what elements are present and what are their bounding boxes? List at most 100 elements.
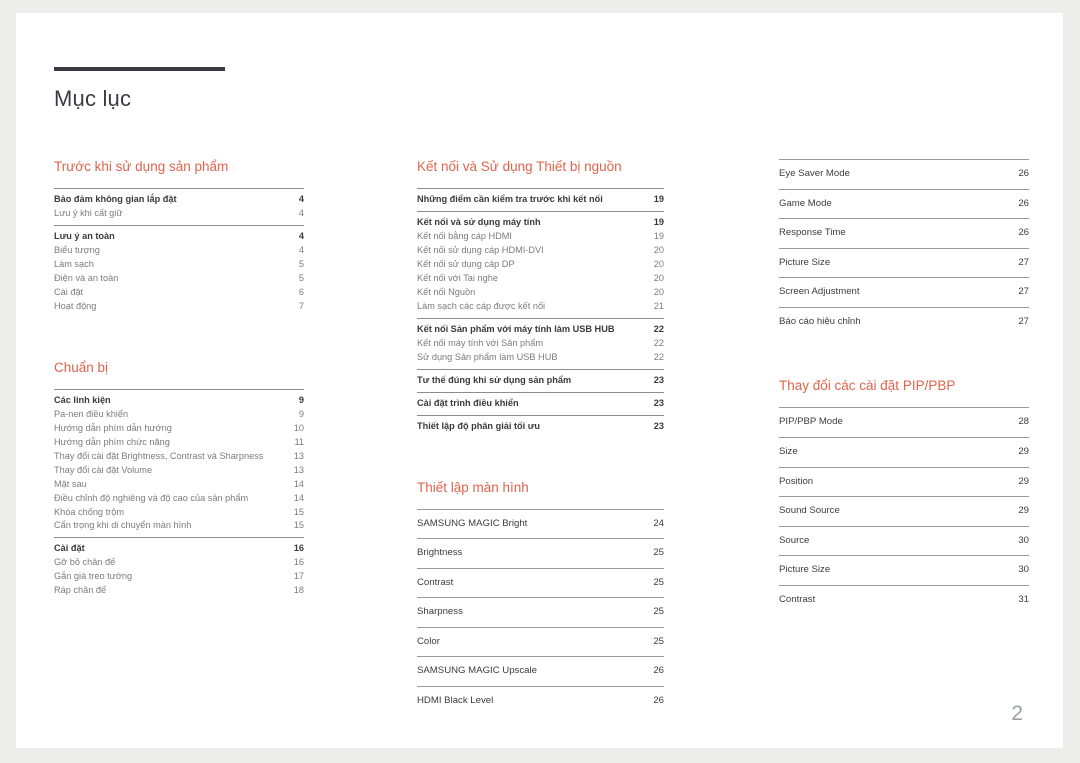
toc-entry-label: Thay đổi cài đặt Volume (54, 464, 153, 475)
toc-entry[interactable]: Tư thế đúng khi sử dụng sản phẩm 23 (417, 374, 664, 388)
title-rule (54, 67, 225, 71)
toc-entry-page: 4 (298, 244, 304, 255)
toc-entry[interactable]: Biểu tượng 4 (54, 244, 304, 258)
toc-entry-page: 27 (1018, 315, 1029, 327)
toc-entry-label: Sử dụng Sản phẩm làm USB HUB (417, 351, 558, 362)
toc-entry[interactable]: Điều chỉnh độ nghiêng và độ cao của sản … (54, 492, 304, 506)
toc-group: Bảo đảm không gian lắp đặt 4 Lưu ý khi cất… (54, 187, 304, 225)
toc-entry[interactable]: Brightness 25 (417, 546, 664, 561)
toc-entry[interactable]: Contrast 25 (417, 576, 664, 591)
toc-entry[interactable]: Screen Adjustment 27 (779, 285, 1029, 300)
toc-entry-label: Kết nối Nguồn (417, 286, 476, 297)
toc-entry[interactable]: Contrast 31 (779, 593, 1029, 608)
toc-entry[interactable]: Kết nối và sử dụng máy tính 19 (417, 216, 664, 230)
toc-entry[interactable]: Pa-nen điều khiển 9 (54, 408, 304, 422)
toc-entry[interactable]: Mặt sau 14 (54, 478, 304, 492)
toc-entry[interactable]: Lưu ý khi cất giữ 4 (54, 207, 304, 221)
toc-entry[interactable]: Sharpness 25 (417, 605, 664, 620)
toc-entry-label: Sharpness (417, 606, 463, 618)
toc-entry[interactable]: Bảo đảm không gian lắp đặt 4 (54, 193, 304, 207)
toc-entry[interactable]: Hoạt động 7 (54, 300, 304, 314)
toc-entry[interactable]: Thiết lập độ phân giải tối ưu 23 (417, 420, 664, 434)
toc-entry[interactable]: Báo cáo hiệu chỉnh 27 (779, 315, 1029, 330)
toc-entry-label: Contrast (779, 593, 816, 605)
toc-entry-label: Source (779, 534, 810, 546)
toc-group: Game Mode 26 (779, 188, 1029, 219)
toc-entry[interactable]: Kết nối sử dụng cáp DP 20 (417, 258, 664, 272)
toc-entry-page: 20 (653, 272, 664, 283)
toc-entry[interactable]: Source 30 (779, 534, 1029, 549)
toc-entry-label: Hướng dẫn phím dẫn hướng (54, 422, 172, 433)
toc-entry[interactable]: Ráp chân đế 18 (54, 584, 304, 598)
toc-group: Tư thế đúng khi sử dụng sản phẩm 23 (417, 368, 664, 392)
section-heading: Trước khi sử dụng sản phẩm (54, 159, 229, 174)
toc-entry-page: 19 (653, 230, 664, 241)
toc-entry[interactable]: Sử dụng Sản phẩm làm USB HUB 22 (417, 351, 664, 365)
toc-entry[interactable]: Cài đặt 16 (54, 542, 304, 556)
page-number: 2 (1011, 702, 1023, 725)
toc-group: Cài đặt 16 Gỡ bỏ chân đế 16 Gắn giá treo tườ… (54, 537, 304, 602)
toc-entry-label: Kết nối bằng cáp HDMI (417, 230, 512, 241)
toc-entry[interactable]: Position 29 (779, 475, 1029, 490)
toc-entry-page: 20 (653, 244, 664, 255)
toc-entry[interactable]: Kết nối bằng cáp HDMI 19 (417, 230, 664, 244)
toc-group: Source 30 (779, 525, 1029, 556)
toc-entry[interactable]: Game Mode 26 (779, 197, 1029, 212)
toc-group: Lưu ý an toàn 4 Biểu tượng 4 Làm sạch 5 Điện v… (54, 224, 304, 318)
toc-entry[interactable]: Size 29 (779, 445, 1029, 460)
toc-entry[interactable]: Picture Size 27 (779, 256, 1029, 271)
toc-entry[interactable]: Điện và an toàn 5 (54, 272, 304, 286)
toc-entry[interactable]: Những điểm cần kiểm tra trước khi kết nố… (417, 193, 664, 207)
toc-entry-page: 27 (1018, 286, 1029, 298)
toc-entry[interactable]: Gắn giá treo tường 17 (54, 570, 304, 584)
toc-entry[interactable]: Response Time 26 (779, 226, 1029, 241)
toc-entry-label: Cài đặt (54, 286, 84, 297)
toc-entry-label: Gỡ bỏ chân đế (54, 557, 116, 568)
toc-entry[interactable]: Cẩn trọng khi di chuyển màn hình 15 (54, 519, 304, 533)
page-title: Mục lục (54, 86, 132, 111)
toc-entry[interactable]: Cài đặt 6 (54, 286, 304, 300)
toc-entry[interactable]: SAMSUNG MAGIC Bright 24 (417, 517, 664, 532)
toc-entry[interactable]: Kết nối Sản phẩm với máy tính làm USB HU… (417, 323, 664, 337)
toc-entry[interactable]: Color 25 (417, 635, 664, 650)
toc-entry[interactable]: SAMSUNG MAGIC Upscale 26 (417, 664, 664, 679)
toc-entry[interactable]: Kết nối Nguồn 20 (417, 286, 664, 300)
toc-entry-label: Pa-nen điều khiển (54, 408, 129, 419)
toc-entry-label: Sound Source (779, 505, 840, 517)
toc-entry-page: 23 (653, 374, 664, 385)
toc-group: Contrast 25 (417, 567, 664, 598)
toc-entry[interactable]: Làm sạch 5 (54, 258, 304, 272)
toc-entry[interactable]: HDMI Black Level 26 (417, 694, 664, 709)
toc-entry[interactable]: Picture Size 30 (779, 563, 1029, 578)
toc-entry[interactable]: Kết nối sử dụng cáp HDMI-DVI 20 (417, 244, 664, 258)
toc-entry[interactable]: Hướng dẫn phím dẫn hướng 10 (54, 422, 304, 436)
toc-entry-label: Báo cáo hiệu chỉnh (779, 315, 861, 327)
toc-entry[interactable]: Thay đổi cài đặt Volume 13 (54, 464, 304, 478)
toc-entry[interactable]: Các linh kiện 9 (54, 394, 304, 408)
toc-entry[interactable]: Kết nối với Tai nghe 20 (417, 272, 664, 286)
toc-entry[interactable]: Gỡ bỏ chân đế 16 (54, 556, 304, 570)
toc-entry[interactable]: Khóa chống trộm 15 (54, 506, 304, 520)
toc-entry-label: Picture Size (779, 564, 831, 576)
toc-entry-page: 31 (1018, 593, 1029, 605)
toc-entry-page: 22 (653, 323, 664, 334)
toc-entry[interactable]: Cài đặt trình điều khiển 23 (417, 397, 664, 411)
toc-entry[interactable]: PIP/PBP Mode 28 (779, 415, 1029, 430)
toc-entry[interactable]: Lưu ý an toàn 4 (54, 230, 304, 244)
toc-group: Position 29 (779, 466, 1029, 497)
toc-entry[interactable]: Thay đổi cài đặt Brightness, Contrast và… (54, 450, 304, 464)
toc-group: Contrast 31 (779, 584, 1029, 615)
toc-entry[interactable]: Làm sạch các cáp được kết nối 21 (417, 300, 664, 314)
toc-entry-page: 19 (653, 216, 664, 227)
toc-group: Những điểm cần kiểm tra trước khi kết nố… (417, 187, 664, 211)
toc-group: Sharpness 25 (417, 597, 664, 627)
toc-entry-page: 18 (293, 585, 304, 596)
toc-group: Picture Size 27 (779, 247, 1029, 278)
toc-entry[interactable]: Eye Saver Mode 26 (779, 167, 1029, 182)
toc-entry[interactable]: Sound Source 29 (779, 504, 1029, 519)
toc-entry[interactable]: Kết nối máy tính với Sản phẩm 22 (417, 337, 664, 351)
toc-group: Screen Adjustment 27 (779, 277, 1029, 307)
toc-entry-label: Position (779, 475, 814, 487)
toc-entry-label: Response Time (779, 227, 846, 239)
toc-entry[interactable]: Hướng dẫn phím chức năng 11 (54, 436, 304, 450)
